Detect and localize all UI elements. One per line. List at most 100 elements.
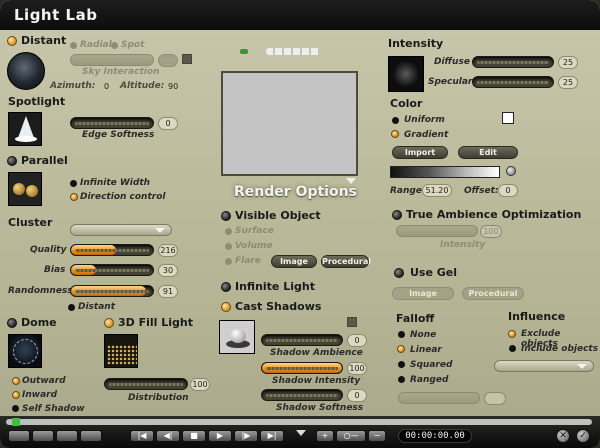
outward-radio[interactable] [12,377,20,385]
true-ambience-radio[interactable] [392,210,402,220]
check-icon[interactable]: ✓ [576,429,590,443]
cast-shadows-radio[interactable] [221,302,231,312]
shadow-ambience-value[interactable]: 0 [347,334,367,347]
visible-procedural-button[interactable]: Procedural [321,255,371,268]
go-start-icon[interactable]: |◀ [130,430,154,442]
infinite-width-radio[interactable] [70,180,77,187]
parallel-radio[interactable] [7,156,17,166]
shadow-softness-value[interactable]: 0 [347,389,367,402]
specular-value[interactable]: 25 [558,76,578,89]
distant-radio[interactable] [7,36,17,46]
altitude-label: Altitude: [120,81,165,91]
specular-slider[interactable] [472,76,554,88]
uniform-radio[interactable] [392,117,399,124]
falloff-squared-radio[interactable] [398,361,405,368]
sky-color-swatch[interactable] [182,54,192,64]
edit-button[interactable]: Edit [458,146,518,159]
timecode-display: 00:00:00.00 [398,429,472,443]
add-key-icon[interactable]: + [316,430,334,442]
azimuth-value[interactable]: 0 [104,82,109,91]
play-icon[interactable]: ▶ [208,430,232,442]
render-preview[interactable] [221,71,358,176]
shadow-ambience-slider[interactable] [261,334,343,346]
distribution-value[interactable]: 100 [190,378,210,391]
intensity-preview[interactable] [388,56,424,92]
randomness-value[interactable]: 91 [158,285,178,298]
prev-key-icon[interactable]: ◀| [156,430,180,442]
visible-object-radio[interactable] [221,211,231,221]
direction-control-label: Direction control [80,192,166,202]
fill3d-radio[interactable] [104,318,114,328]
distant-light-preview[interactable] [7,52,45,90]
shadow-preview[interactable] [219,320,255,354]
gradient-radio[interactable] [391,130,399,138]
distribution-slider[interactable] [104,378,188,390]
import-button[interactable]: Import [392,146,448,159]
range-value[interactable]: 51.20 [422,184,452,197]
shadow-intensity-slider[interactable] [261,362,343,374]
diffuse-slider[interactable] [472,56,554,68]
ambience-intensity-label: Intensity [440,240,486,250]
stop-icon[interactable]: ■ [182,430,206,442]
dome-preview[interactable] [8,334,42,368]
cluster-distant-radio[interactable] [68,304,75,311]
infinite-light-radio[interactable] [221,282,231,292]
timeline-keyframe-2[interactable] [32,430,54,442]
spotlight-preview[interactable] [8,112,42,146]
exclude-objects-radio[interactable] [508,330,516,338]
quality-slider[interactable] [70,244,154,256]
dome-radio[interactable] [7,318,17,328]
self-shadow-label: Self Shadow [22,404,85,414]
timeline-track[interactable] [6,418,592,426]
dome-label: Dome [21,316,57,329]
visible-image-button[interactable]: Image [271,255,317,268]
shadow-softness-slider[interactable] [261,389,343,401]
specular-label: Specular [428,77,473,87]
color-label: Color [390,97,423,110]
diffuse-value[interactable]: 25 [558,56,578,69]
preview-toolbar[interactable] [266,48,320,55]
key-icon[interactable]: ○— [336,430,366,442]
falloff-ranged-radio[interactable] [398,376,405,383]
timeline-keyframe-1[interactable] [8,430,30,442]
include-objects-radio[interactable] [509,345,516,352]
edge-softness-slider[interactable] [70,117,154,129]
cluster-dropdown[interactable] [70,224,172,236]
volume-radio [225,243,232,250]
timeline-dropdown-icon[interactable] [296,430,306,436]
altitude-value[interactable]: 90 [168,82,178,91]
use-gel-radio[interactable] [394,268,404,278]
offset-value[interactable]: 0 [498,184,518,197]
direction-control-radio[interactable] [70,193,78,201]
ambience-intensity-value: 100 [480,225,502,238]
influence-dropdown[interactable] [494,360,594,372]
edge-softness-value[interactable]: 0 [158,117,178,130]
remove-key-icon[interactable]: − [368,430,386,442]
gradient-bar[interactable] [390,166,500,178]
bias-slider[interactable] [70,264,154,276]
visible-object-label: Visible Object [235,209,321,222]
inward-radio[interactable] [12,391,20,399]
falloff-label: Falloff [396,312,435,325]
quality-value[interactable]: 216 [158,244,178,257]
next-key-icon[interactable]: |▶ [234,430,258,442]
randomness-slider[interactable] [70,285,154,297]
timeline-keyframe-4[interactable] [80,430,102,442]
distant-label: Distant [21,34,67,47]
uniform-color-swatch[interactable] [502,112,514,124]
close-icon[interactable]: ✕ [556,429,570,443]
self-shadow-radio[interactable] [12,405,19,412]
parallel-preview[interactable] [8,172,42,206]
shadow-intensity-value[interactable]: 100 [347,362,367,375]
shadow-color-swatch[interactable] [347,317,357,327]
infinite-light-label: Infinite Light [235,280,315,293]
fill3d-preview[interactable] [104,334,138,368]
go-end-icon[interactable]: ▶| [260,430,284,442]
shadow-intensity-label: Shadow Intensity [272,376,361,386]
bias-value[interactable]: 30 [158,264,178,277]
timeline-keyframe-3[interactable] [56,430,78,442]
falloff-linear-radio[interactable] [397,345,405,353]
title-bar: Light Lab [0,0,600,30]
gradient-add-icon[interactable] [506,166,516,176]
falloff-none-radio[interactable] [398,331,405,338]
